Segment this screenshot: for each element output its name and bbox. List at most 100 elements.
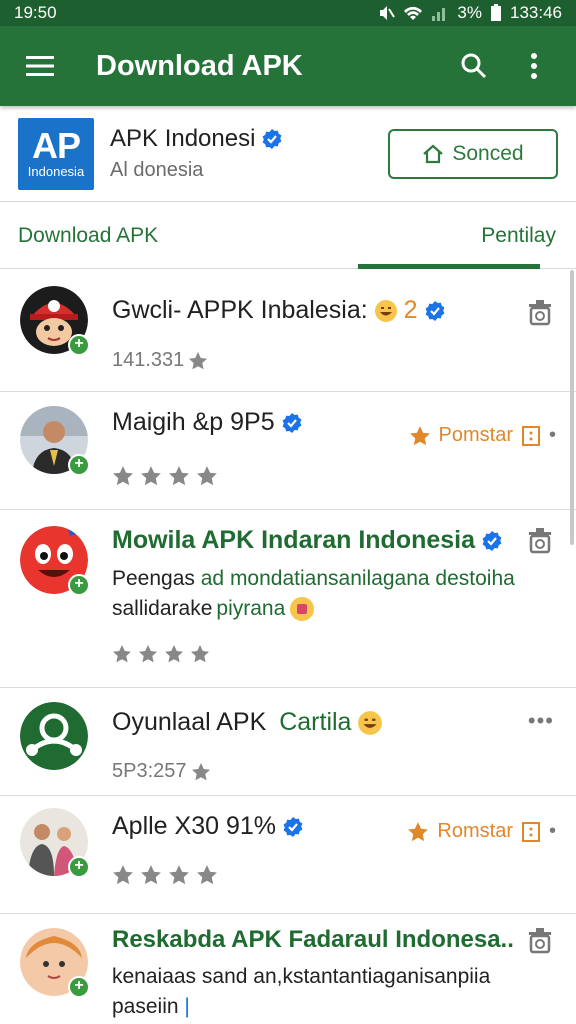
- item-title-text: Oyunlaal APK: [112, 708, 274, 736]
- avatar: +: [20, 286, 90, 356]
- list-item[interactable]: + Reskabda APK Fadaraul Indonesa.. kenai…: [0, 914, 576, 1024]
- star-icon: [191, 762, 210, 780]
- developer-subtitle: Al donesia: [110, 159, 204, 181]
- star-icon: [191, 645, 209, 663]
- premium-label: Pomstar: [438, 424, 513, 446]
- list-item[interactable]: + Mowila APK Indaran Indonesia Peengas a…: [0, 510, 576, 688]
- desc-text-green: piyrana: [216, 597, 286, 620]
- list-item[interactable]: Oyunlaal APK Cartila ••• 5P3:257: [0, 688, 576, 796]
- avatar: +: [20, 928, 90, 998]
- box-icon: [521, 425, 540, 446]
- delete-icon[interactable]: [526, 298, 554, 326]
- star-icon: [197, 466, 217, 486]
- avatar: +: [20, 406, 90, 476]
- download-count: 5P3:257: [112, 760, 211, 783]
- item-title-text: Mowila APK Indaran Indonesia: [112, 526, 476, 554]
- item-title-row: Oyunlaal APK Cartila: [112, 708, 383, 737]
- verified-icon: [482, 530, 502, 551]
- item-title-text: Aplle X30 91%: [112, 812, 277, 840]
- developer-logo: AP Indonesia: [18, 117, 94, 190]
- more-options-icon[interactable]: •••: [528, 708, 554, 734]
- star-icon: [197, 865, 217, 885]
- desc-text: sallidarake: [112, 597, 213, 620]
- avatar: [20, 702, 88, 770]
- item-title-suffix: 2: [403, 296, 418, 324]
- list-item[interactable]: + Maigih &p 9P5 Pomstar •: [0, 392, 576, 510]
- star-icon: [169, 466, 189, 486]
- item-title-text: Gwcli- APPK Inbalesia:: [112, 296, 368, 324]
- wifi-icon: [404, 6, 423, 20]
- add-badge-icon: +: [68, 856, 90, 878]
- signal-icon: [432, 8, 446, 21]
- home-icon: [423, 144, 444, 163]
- add-badge-icon: +: [68, 574, 90, 596]
- search-button[interactable]: [452, 44, 496, 88]
- item-title-row: Maigih &p 9P5: [112, 408, 303, 437]
- desc-text-green: ad mondatiansanilagana destoiha: [200, 567, 515, 590]
- premium-badge[interactable]: Pomstar •: [409, 424, 556, 447]
- star-orange-icon: [408, 821, 429, 841]
- star-icon: [113, 645, 131, 663]
- scrollbar[interactable]: [570, 270, 574, 545]
- app-list: + Gwcli- APPK Inbalesia: 2 141.331 + Mai…: [0, 270, 576, 1024]
- rating-stars: [112, 465, 218, 487]
- status-icons: 3% 133:46: [377, 3, 562, 23]
- star-icon: [113, 466, 133, 486]
- delete-icon[interactable]: [526, 526, 554, 554]
- add-badge-icon: +: [68, 334, 90, 356]
- delete-icon[interactable]: [526, 926, 554, 954]
- overflow-menu-button[interactable]: [512, 44, 556, 88]
- box-icon: [521, 821, 540, 842]
- verified-icon: [282, 412, 302, 433]
- rating-stars: [112, 864, 218, 886]
- avatar: +: [20, 808, 90, 878]
- tab-download-apk[interactable]: Download APK: [18, 203, 158, 269]
- grin-emoji-icon: [374, 299, 397, 322]
- tab-pentilay[interactable]: Pentilay: [481, 203, 556, 269]
- list-item[interactable]: + Aplle X30 91% Romstar •: [0, 796, 576, 914]
- list-item[interactable]: + Gwcli- APPK Inbalesia: 2 141.331: [0, 270, 576, 392]
- developer-header: AP Indonesia APK Indonesi Al donesia Son…: [0, 106, 576, 202]
- star-icon: [113, 865, 133, 885]
- description-line-2: sallidarake piyrana: [112, 594, 552, 624]
- follow-button[interactable]: Sonced: [388, 128, 558, 179]
- logo-text: AP: [31, 124, 81, 166]
- star-icon: [141, 865, 161, 885]
- sticker-emoji-icon: [290, 597, 315, 621]
- menu-button[interactable]: [20, 46, 60, 86]
- description-line-1: kenaiaas sand an,kstantantiaganisanpiia: [112, 965, 491, 988]
- tab-bar: Download APK Pentilay: [0, 203, 576, 269]
- premium-label: Romstar: [437, 820, 513, 842]
- star-orange-icon: [409, 425, 430, 445]
- item-title: Gwcli- APPK Inbalesia: 2: [112, 296, 446, 325]
- item-title-row: Reskabda APK Fadaraul Indonesa..: [112, 926, 514, 954]
- verified-icon: [283, 816, 303, 837]
- download-count-text: 5P3:257: [112, 760, 187, 782]
- star-icon: [139, 645, 157, 663]
- status-clock: 133:46: [510, 3, 562, 22]
- verified-icon: [425, 300, 444, 321]
- desc-text: Peengas: [112, 567, 201, 590]
- developer-info: APK Indonesi Al donesia: [110, 125, 388, 182]
- item-title-green: Cartila: [279, 708, 352, 736]
- app-bar: Download APK: [0, 26, 576, 106]
- app-title: Download APK: [96, 49, 303, 82]
- item-title-text: Reskabda APK Fadaraul Indonesa..: [112, 926, 514, 953]
- star-icon: [189, 351, 208, 369]
- item-description: kenaiaas sand an,kstantantiaganisanpiia …: [112, 962, 552, 1022]
- rating-stars: [112, 644, 210, 664]
- battery-icon: [491, 4, 501, 21]
- star-icon: [165, 645, 183, 663]
- download-count: 141.331: [112, 349, 208, 372]
- logo-subtext: Indonesia: [27, 163, 85, 179]
- premium-badge[interactable]: Romstar •: [407, 820, 556, 843]
- add-badge-icon: +: [68, 976, 90, 998]
- desc-text: paseiin: [112, 995, 179, 1018]
- verified-icon: [263, 129, 282, 149]
- star-icon: [169, 865, 189, 885]
- hamburger-icon: [26, 56, 54, 76]
- more-vert-icon: [531, 53, 537, 79]
- battery-percent: 3%: [457, 3, 482, 22]
- item-description: Peengas ad mondatiansanilagana destoiha …: [112, 564, 552, 624]
- item-title-text: Maigih &p 9P5: [112, 408, 275, 436]
